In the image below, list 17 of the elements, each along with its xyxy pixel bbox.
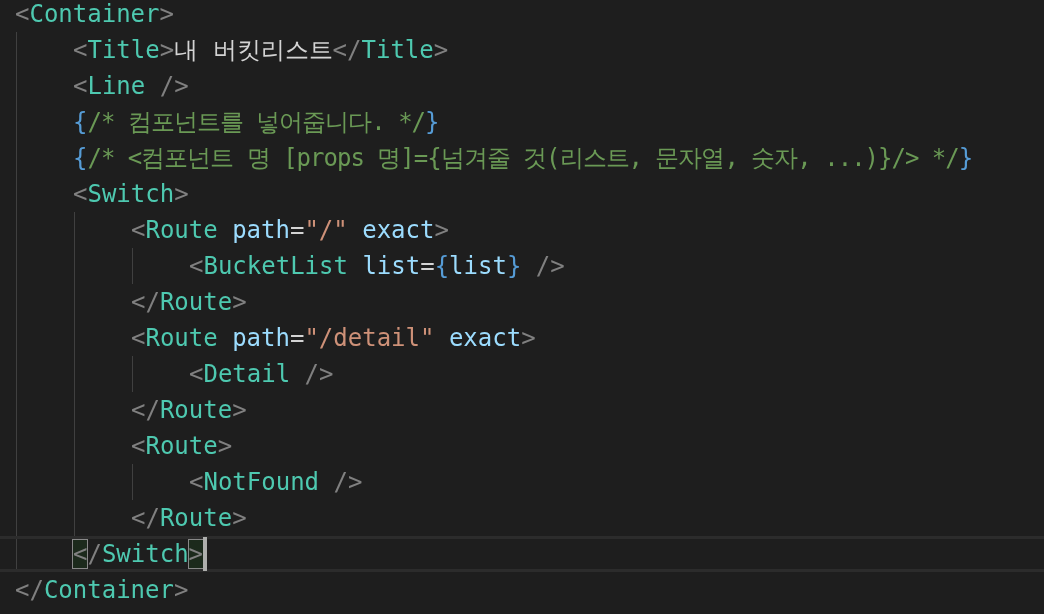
- code-line: <Route path="/" exact>: [131, 215, 449, 246]
- text-cursor: [203, 537, 208, 571]
- code-line: </Container>: [15, 575, 189, 606]
- code-line: <BucketList list={list} />: [189, 251, 565, 282]
- code-line: <Title>내 버킷리스트</Title>: [73, 35, 449, 66]
- code-line: <Line />: [73, 71, 189, 102]
- code-line: <Container>: [15, 0, 174, 30]
- code-line: {/* 컴포넌트를 넣어줍니다. */}: [73, 107, 440, 138]
- code-line: </Route>: [131, 503, 247, 534]
- code-line: </Route>: [131, 287, 247, 318]
- code-line: {/* <컴포넌트 명 [props 명]={넘겨줄 것(리스트, 문자열, 숫자, ...)}/> */}: [73, 143, 974, 174]
- code-line: <Route>: [131, 431, 233, 462]
- code-line: <Switch>: [73, 179, 189, 210]
- code-line: </Route>: [131, 395, 247, 426]
- code-line: <Detail />: [189, 359, 334, 390]
- code-line: <NotFound />: [189, 467, 363, 498]
- code-line: <Route path="/detail" exact>: [131, 323, 536, 354]
